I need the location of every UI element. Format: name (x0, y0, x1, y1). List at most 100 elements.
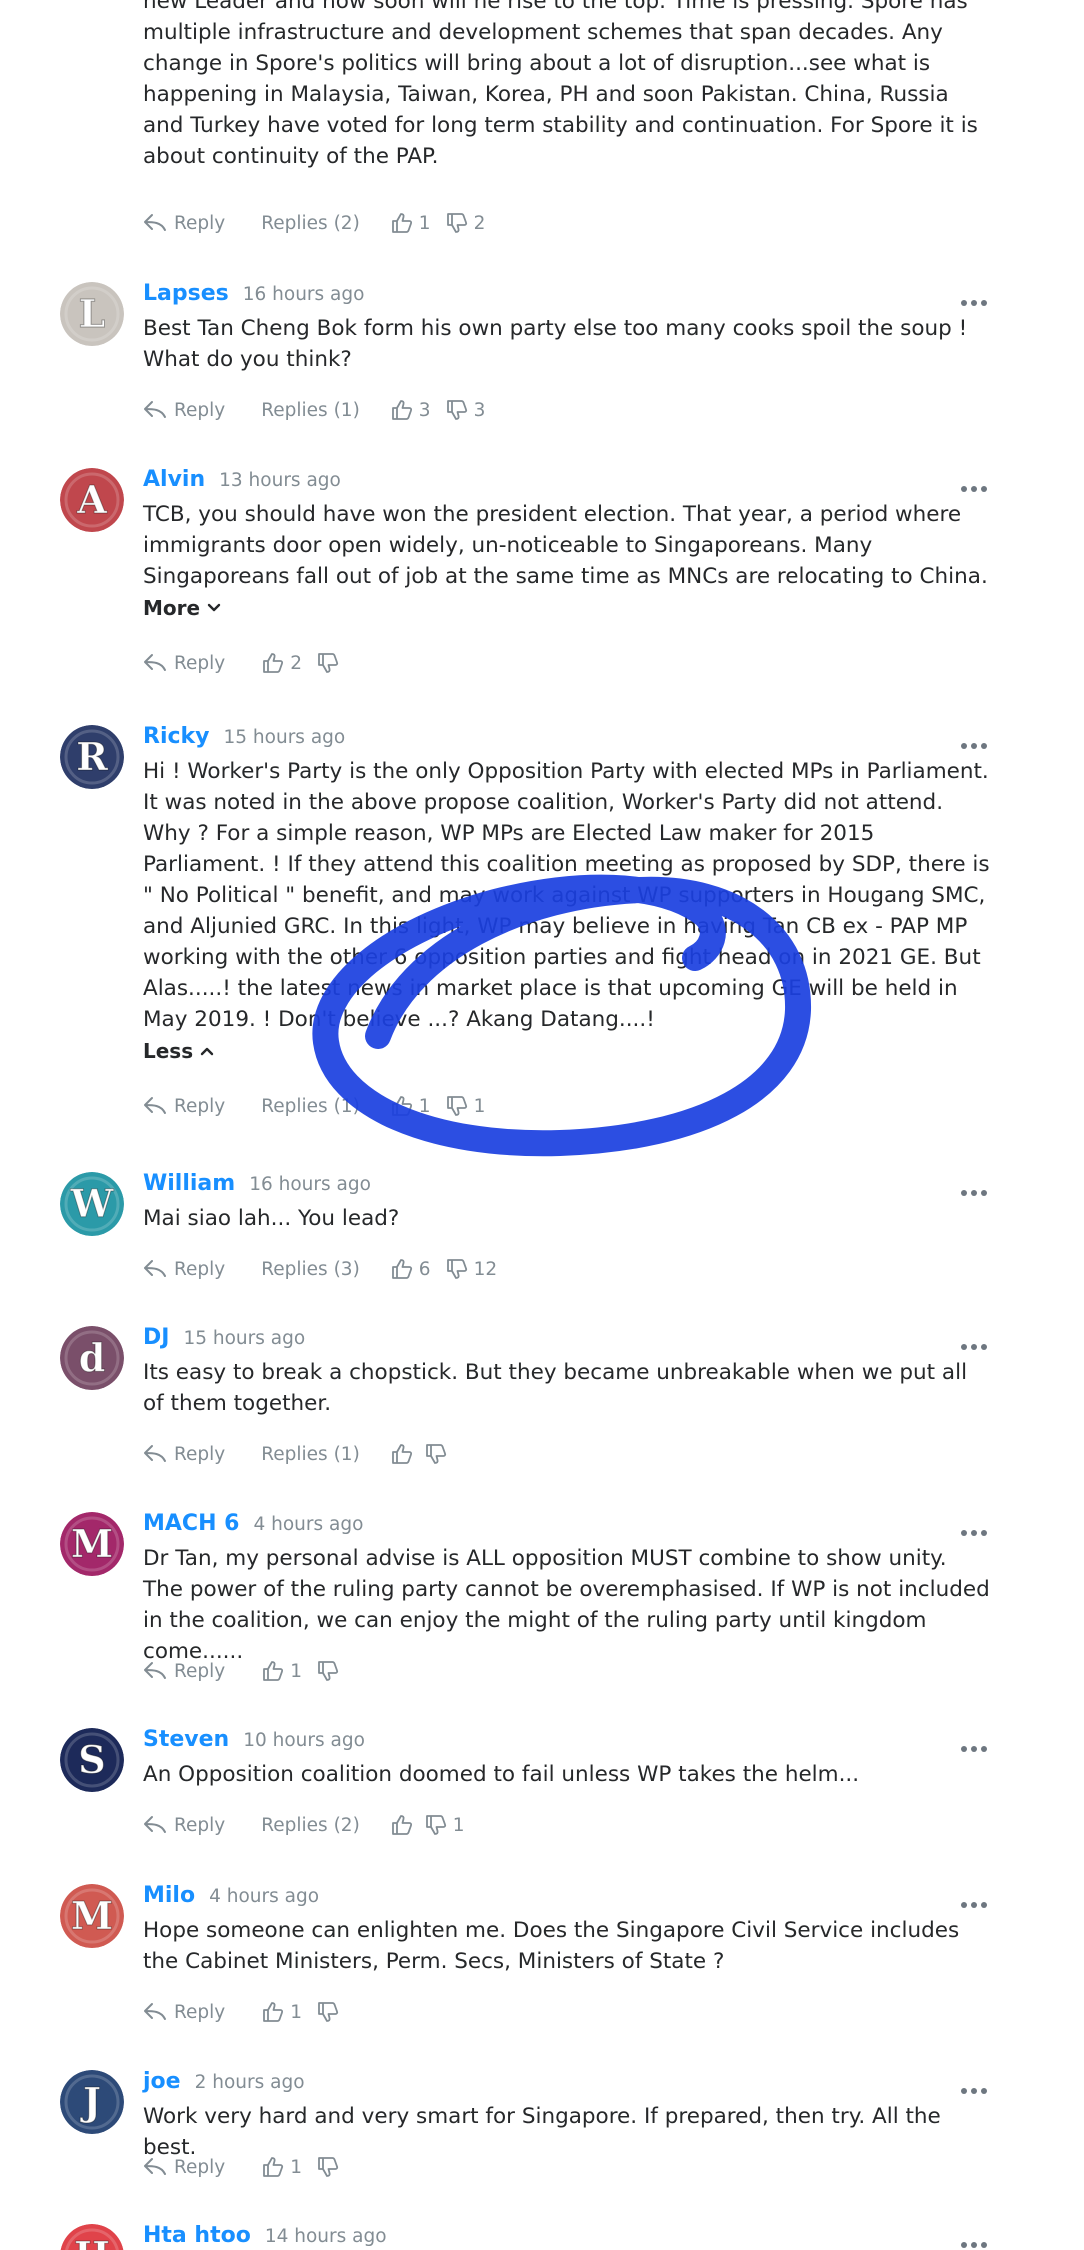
thumbs-down-icon (446, 1259, 467, 1279)
reply-button[interactable]: Reply (143, 1815, 225, 1836)
replies-button[interactable]: Replies (1) (261, 400, 360, 421)
reply-button[interactable]: Reply (143, 2157, 225, 2178)
show-more-button[interactable]: More (143, 596, 221, 620)
reply-button[interactable]: Reply (143, 1259, 225, 1280)
comment-actions: Reply Replies (1) (143, 1439, 448, 1469)
dislike-button[interactable]: 2 (445, 211, 486, 235)
avatar[interactable]: R (60, 725, 124, 789)
thumbs-up-icon (391, 400, 412, 420)
more-options-icon[interactable] (961, 299, 987, 307)
avatar[interactable]: M (60, 1884, 124, 1948)
svg-text:W: W (70, 1181, 115, 1226)
dislike-button[interactable] (316, 1659, 340, 1683)
dislike-button[interactable]: 12 (445, 1257, 498, 1281)
more-options-icon[interactable] (961, 742, 987, 750)
dislike-count: 3 (473, 399, 486, 421)
avatar[interactable]: J (60, 2070, 124, 2134)
like-button[interactable] (390, 1813, 414, 1837)
dislike-button[interactable]: 3 (445, 398, 486, 422)
comment-meta: DJ 15 hours ago (143, 1325, 305, 1355)
thumbs-up-icon (391, 1444, 412, 1464)
dislike-button[interactable] (316, 651, 340, 675)
author-name[interactable]: MACH 6 (143, 1511, 239, 1536)
more-options-icon[interactable] (961, 1343, 987, 1351)
like-button[interactable]: 1 (390, 211, 431, 235)
comment-actions: Reply 2 (143, 648, 340, 678)
like-button[interactable]: 1 (261, 2155, 302, 2179)
timestamp: 2 hours ago (194, 2072, 305, 2093)
reply-label: Reply (174, 1443, 226, 1465)
dislike-button[interactable] (316, 2000, 340, 2024)
show-less-button[interactable]: Less (143, 1039, 214, 1063)
author-name[interactable]: Lapses (143, 281, 229, 306)
like-button[interactable]: 1 (261, 2000, 302, 2024)
dislike-button[interactable]: 1 (424, 1813, 465, 1837)
avatar[interactable]: d (60, 1326, 124, 1390)
avatar[interactable]: A (60, 468, 124, 532)
dislike-count: 1 (452, 1814, 465, 1836)
author-name[interactable]: Hta htoo (143, 2223, 251, 2248)
author-name[interactable]: DJ (143, 1325, 169, 1350)
author-name[interactable]: joe (143, 2069, 181, 2094)
replies-button[interactable]: Replies (2) (261, 1815, 360, 1836)
avatar[interactable]: L (60, 282, 124, 346)
reply-button[interactable]: Reply (143, 1661, 225, 1682)
comment-actions: Reply Replies (1) 3 3 (143, 395, 485, 425)
comment-actions: Reply Replies (3) 6 12 (143, 1254, 497, 1284)
author-name[interactable]: William (143, 1171, 235, 1196)
reply-button[interactable]: Reply (143, 2002, 225, 2023)
more-options-icon[interactable] (961, 1189, 987, 1197)
author-name[interactable]: Milo (143, 1883, 195, 1908)
reply-button[interactable]: Reply (143, 1444, 225, 1465)
avatar[interactable]: M (60, 1512, 124, 1576)
like-button[interactable]: 3 (390, 398, 431, 422)
chevron-down-icon (207, 603, 221, 612)
like-count: 1 (290, 2001, 303, 2023)
more-options-icon[interactable] (961, 2241, 987, 2249)
like-button[interactable]: 1 (261, 1659, 302, 1683)
like-button[interactable]: 6 (390, 1257, 431, 1281)
author-name[interactable]: Alvin (143, 467, 205, 492)
reply-button[interactable]: Reply (143, 653, 225, 674)
like-button[interactable]: 1 (390, 1094, 431, 1118)
reply-button[interactable]: Reply (143, 400, 225, 421)
replies-button[interactable]: Replies (1) (261, 1444, 360, 1465)
thumbs-up-icon (391, 1259, 412, 1279)
reply-label: Reply (174, 212, 226, 234)
author-name[interactable]: Steven (143, 1727, 229, 1752)
replies-button[interactable]: Replies (2) (261, 213, 360, 234)
timestamp: 15 hours ago (223, 727, 346, 748)
reply-icon (144, 1662, 166, 1679)
reply-button[interactable]: Reply (143, 1096, 225, 1117)
more-options-icon[interactable] (961, 1901, 987, 1909)
reply-label: Reply (174, 1814, 226, 1836)
reply-label: Reply (174, 2156, 226, 2178)
reply-button[interactable]: Reply (143, 213, 225, 234)
reply-icon (144, 2158, 166, 2175)
toggle-label: Less (143, 1039, 194, 1063)
svg-text:S: S (78, 1737, 105, 1782)
dislike-button[interactable] (316, 2155, 340, 2179)
like-button[interactable] (390, 1442, 414, 1466)
timestamp: 14 hours ago (264, 2226, 387, 2247)
avatar[interactable]: S (60, 1728, 124, 1792)
reply-label: Reply (174, 1258, 226, 1280)
more-options-icon[interactable] (961, 1745, 987, 1753)
avatar[interactable]: H (60, 2224, 124, 2250)
replies-button[interactable]: Replies (1) (261, 1096, 360, 1117)
dislike-button[interactable] (424, 1442, 448, 1466)
like-button[interactable]: 2 (261, 651, 302, 675)
reply-label: Reply (174, 1095, 226, 1117)
dislike-count: 2 (473, 212, 486, 234)
thumbs-up-icon (263, 1661, 284, 1681)
reply-label: Reply (174, 652, 226, 674)
more-options-icon[interactable] (961, 1529, 987, 1537)
more-options-icon[interactable] (961, 2087, 987, 2095)
dislike-button[interactable]: 1 (445, 1094, 485, 1118)
comment-actions: Reply Replies (1) 1 1 (143, 1091, 485, 1121)
more-options-icon[interactable] (961, 485, 987, 493)
author-name[interactable]: Ricky (143, 724, 210, 749)
dislike-count: 12 (473, 1258, 498, 1280)
replies-button[interactable]: Replies (3) (261, 1259, 360, 1280)
avatar[interactable]: W (60, 1172, 124, 1236)
